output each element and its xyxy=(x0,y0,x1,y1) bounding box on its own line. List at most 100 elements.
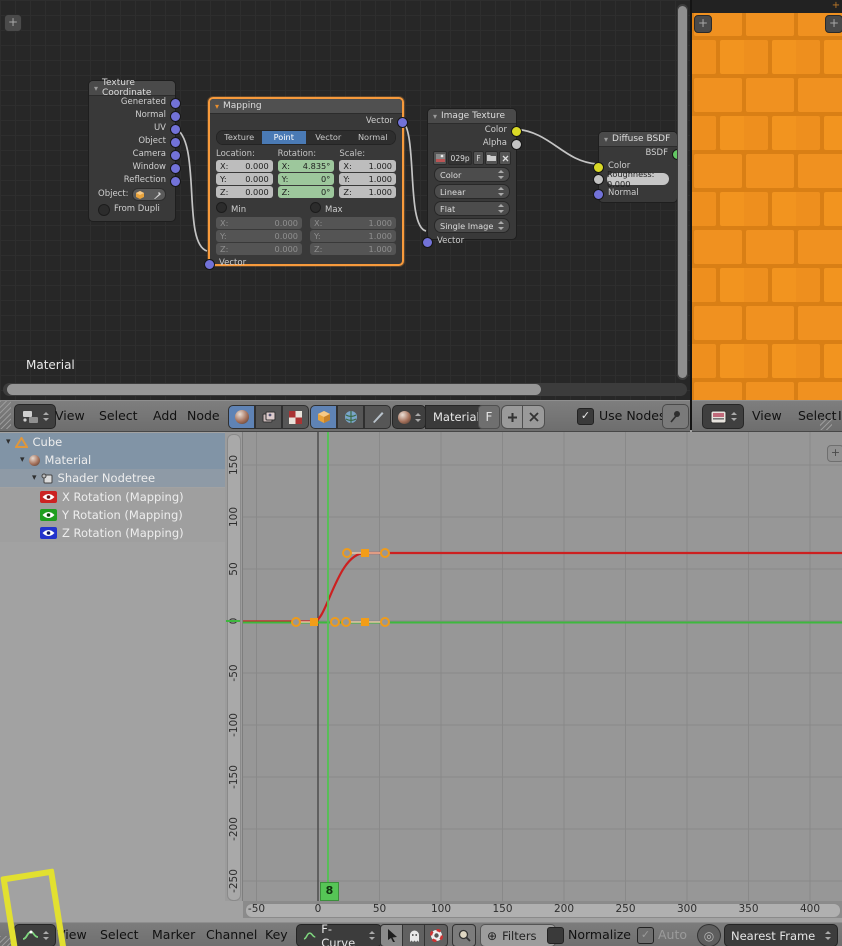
color-space-dropdown[interactable]: Color xyxy=(434,167,510,182)
location-y-field[interactable]: Y: 0.000 xyxy=(216,173,273,185)
ghost-curves-button[interactable] xyxy=(402,924,426,946)
location-z-field[interactable]: Z: 0.000 xyxy=(216,186,273,198)
node-editor-canvas[interactable]: + ▾ Texture Coordinate Generated Normal … xyxy=(0,0,690,400)
menu-image[interactable]: I xyxy=(838,408,842,423)
collapse-triangle-icon[interactable]: ▾ xyxy=(94,84,98,93)
scale-y-field[interactable]: Y: 1.000 xyxy=(339,173,397,185)
socket-vector-input[interactable] xyxy=(204,259,215,270)
keyframe-handles[interactable] xyxy=(291,548,390,627)
visibility-icon[interactable] xyxy=(40,527,57,539)
tree-type-texture-button[interactable] xyxy=(282,405,309,429)
max-checkbox[interactable] xyxy=(310,202,321,213)
interpolation-dropdown[interactable]: Linear xyxy=(434,184,510,199)
new-material-button[interactable] xyxy=(501,405,524,429)
fake-user-button[interactable]: F xyxy=(473,151,484,165)
material-browse-button[interactable] xyxy=(392,405,426,429)
unlink-material-button[interactable] xyxy=(522,405,545,429)
object-selector-field[interactable] xyxy=(131,188,166,201)
mode-dropdown[interactable]: F-Curve xyxy=(296,922,382,946)
node-mapping[interactable]: ▾ Mapping Vector Texture Point Vector No… xyxy=(204,97,408,270)
image-source-dropdown[interactable]: Single Image xyxy=(434,218,510,233)
image-name-field[interactable]: 029p xyxy=(448,151,473,165)
editor-type-button[interactable] xyxy=(14,404,56,429)
filters-button[interactable]: ⊕ Filters xyxy=(480,924,556,946)
scale-z-field[interactable]: Z: 1.000 xyxy=(339,186,397,198)
node-header[interactable]: ▾ Diffuse BSDF xyxy=(599,132,677,147)
expand-region-plus-icon[interactable]: + xyxy=(694,15,712,33)
min-checkbox[interactable] xyxy=(216,202,227,213)
tab-texture[interactable]: Texture xyxy=(217,131,262,144)
menu-marker[interactable]: Marker xyxy=(152,927,195,942)
max-x-field[interactable]: X: 1.000 xyxy=(310,217,396,229)
socket-normal-output[interactable] xyxy=(170,111,181,122)
visibility-icon[interactable] xyxy=(40,509,57,521)
rotation-y-field[interactable]: Y: 0° xyxy=(277,173,335,185)
menu-node[interactable]: Node xyxy=(187,408,220,423)
disclosure-triangle-icon[interactable]: ▾ xyxy=(32,473,37,483)
zoom-region-button[interactable] xyxy=(452,924,476,946)
socket-roughness-input[interactable] xyxy=(593,174,604,185)
node-diffuse-bsdf[interactable]: ▾ Diffuse BSDF BSDF Color Roughness: 0.0… xyxy=(593,131,683,203)
menu-view[interactable]: View xyxy=(55,408,85,423)
x-rotation-curve[interactable] xyxy=(243,551,842,623)
clear-ghost-curves-button[interactable] xyxy=(424,924,448,946)
from-dupli-checkbox[interactable] xyxy=(98,203,110,216)
projection-dropdown[interactable]: Flat xyxy=(434,201,510,216)
collapse-plus-icon[interactable]: + xyxy=(831,0,841,12)
node-header[interactable]: ▾ Image Texture xyxy=(428,109,516,124)
location-x-field[interactable]: X: 0.000 xyxy=(216,160,273,172)
menu-channel[interactable]: Channel xyxy=(206,927,257,942)
rotation-z-field[interactable]: Z: 0° xyxy=(277,186,335,198)
use-nodes-checkbox[interactable]: ✓ xyxy=(577,408,594,425)
shader-context-linestyle-button[interactable] xyxy=(364,405,391,429)
auto-normalize-checkbox[interactable]: ✓ xyxy=(637,927,654,944)
scale-x-field[interactable]: X: 1.000 xyxy=(339,160,397,172)
normalize-checkbox[interactable] xyxy=(547,927,564,944)
uv-image-editor[interactable]: + + + xyxy=(692,0,842,400)
collapse-triangle-icon[interactable]: ▾ xyxy=(604,135,608,144)
shader-context-object-button[interactable] xyxy=(310,405,337,429)
tab-normal[interactable]: Normal xyxy=(350,131,395,144)
collapse-triangle-icon[interactable]: ▾ xyxy=(215,102,219,111)
value-scrollbar[interactable]: 150 100 50 0 -50 -100 -150 -200 -250 xyxy=(225,432,243,901)
menu-add[interactable]: Add xyxy=(153,408,177,423)
channel-row-material[interactable]: ▾ Material xyxy=(0,451,245,469)
expand-region-plus-icon[interactable]: + xyxy=(825,15,842,33)
menu-view[interactable]: View xyxy=(752,408,782,423)
tab-vector[interactable]: Vector xyxy=(306,131,351,144)
channel-row-shader-nodetree[interactable]: ▾ Shader Nodetree xyxy=(0,469,257,487)
image-browse-button[interactable] xyxy=(433,151,448,165)
frame-scrollbar[interactable]: -50 0 50 100 150 200 250 300 350 400 xyxy=(243,901,842,918)
min-z-field[interactable]: Z: 0.000 xyxy=(216,243,302,255)
snap-icon[interactable]: ◎ xyxy=(697,924,721,946)
node-editor-hscrollbar[interactable] xyxy=(3,383,687,396)
unlink-image-button[interactable] xyxy=(499,151,511,165)
open-image-button[interactable] xyxy=(484,151,499,165)
expand-region-plus-icon[interactable]: + xyxy=(4,14,22,32)
node-image-texture[interactable]: ▾ Image Texture Color Alpha 029p F Color… xyxy=(422,108,522,248)
socket-generated-output[interactable] xyxy=(170,98,181,109)
snap-mode-dropdown[interactable]: Nearest Frame xyxy=(724,924,838,946)
scrollbar-thumb[interactable] xyxy=(678,6,687,378)
socket-vector-output[interactable] xyxy=(397,117,408,128)
shader-context-world-button[interactable] xyxy=(337,405,364,429)
cursor-select-button[interactable] xyxy=(380,924,404,946)
socket-uv-output[interactable] xyxy=(170,124,181,135)
socket-color-input[interactable] xyxy=(593,162,604,173)
min-x-field[interactable]: X: 0.000 xyxy=(216,217,302,229)
socket-reflection-output[interactable] xyxy=(170,176,181,187)
visibility-icon[interactable] xyxy=(40,491,57,503)
socket-normal-input[interactable] xyxy=(593,189,604,200)
node-editor-vscrollbar[interactable] xyxy=(677,4,688,380)
collapse-triangle-icon[interactable]: ▾ xyxy=(433,112,437,121)
socket-object-output[interactable] xyxy=(170,137,181,148)
node-header[interactable]: ▾ Mapping xyxy=(210,99,402,114)
rotation-x-field[interactable]: X: 4.835° xyxy=(277,160,335,172)
fcurve-plot[interactable] xyxy=(243,432,842,901)
menu-select[interactable]: Select xyxy=(100,927,139,942)
menu-select[interactable]: Select xyxy=(99,408,138,423)
expand-region-plus-icon[interactable]: + xyxy=(827,445,842,462)
disclosure-triangle-icon[interactable]: ▾ xyxy=(20,455,25,465)
pin-button[interactable] xyxy=(662,404,689,429)
tree-type-material-button[interactable] xyxy=(228,405,255,429)
